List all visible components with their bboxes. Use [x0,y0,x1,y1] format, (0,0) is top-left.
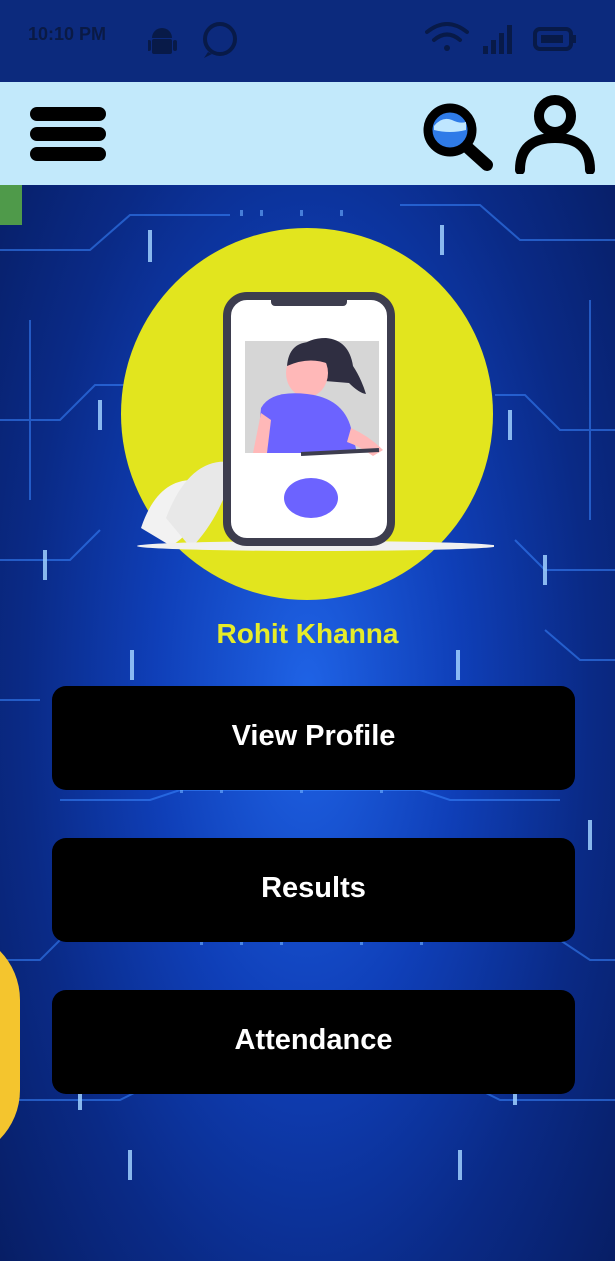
app-screen: 10:10 PM Rohit Khanna View Profile Resul… [0,0,615,1261]
avatar [121,228,497,601]
status-icons-right [425,20,585,65]
status-bar: 10:10 PM [0,0,615,82]
results-label: Results [261,872,366,904]
android-whatsapp-icons [147,22,237,58]
attendance-label: Attendance [234,1024,393,1056]
app-bar [0,82,615,185]
view-profile-button[interactable]: View Profile [52,686,575,790]
whatsapp-icon [203,22,237,58]
status-time: 10:10 PM [28,24,107,44]
battery-icon [533,27,576,51]
results-button[interactable]: Results [52,838,575,942]
connectivity-icons [425,22,576,54]
user-profile-icon[interactable] [510,94,600,175]
wifi-icon [425,22,469,51]
status-icons-left [147,20,258,65]
yellow-accent-shape [0,930,20,1160]
search-icon[interactable] [420,100,500,172]
view-profile-label: View Profile [231,720,396,752]
user-name: Rohit Khanna [216,618,399,649]
hamburger-menu-icon[interactable] [30,107,106,161]
phone-avatar-illustration [121,228,497,600]
signal-icon [483,25,512,54]
green-accent-bar [0,185,22,225]
android-icon [147,28,177,54]
attendance-button[interactable]: Attendance [52,990,575,1094]
